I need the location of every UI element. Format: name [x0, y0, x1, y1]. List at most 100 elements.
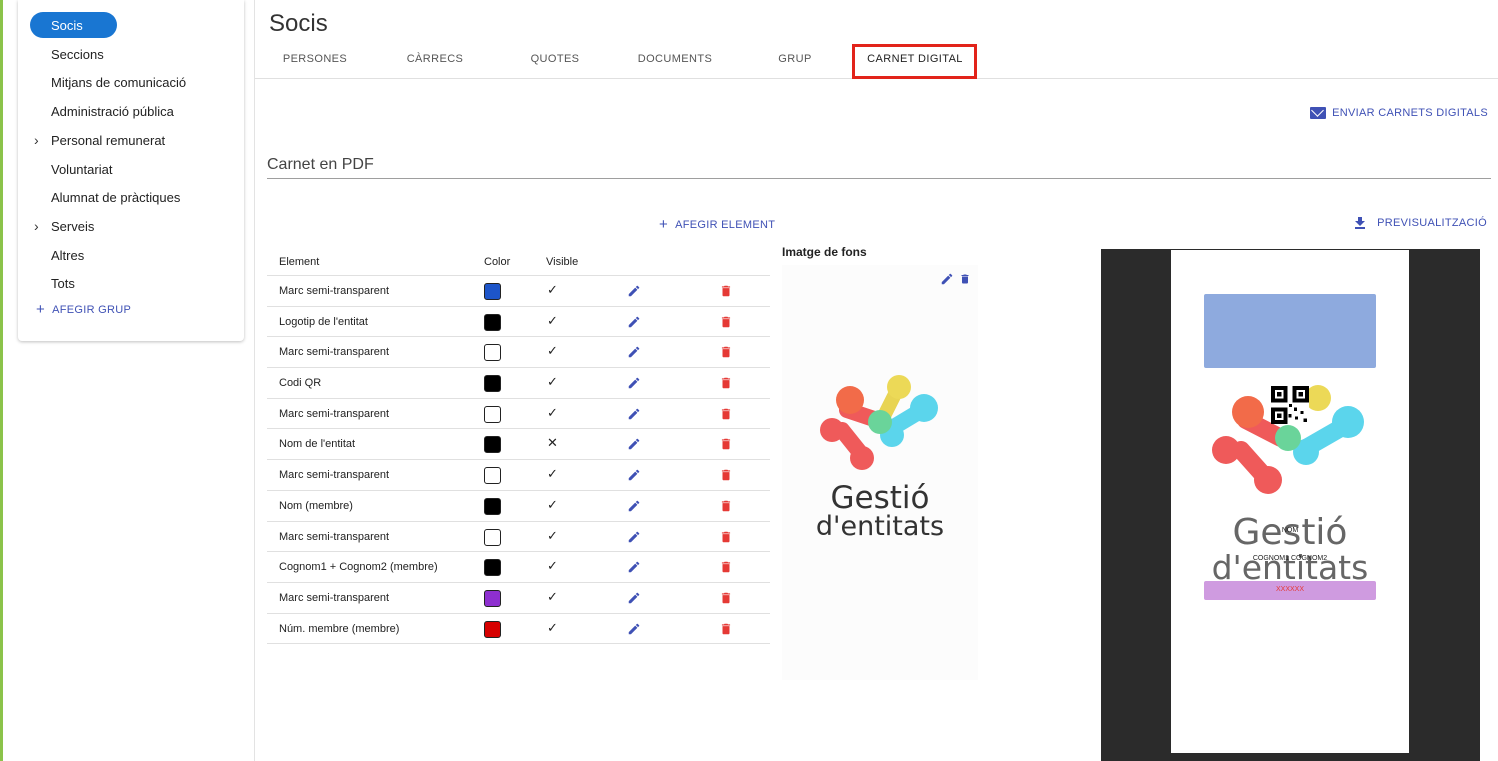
color-swatch[interactable] — [484, 375, 501, 393]
background-image-label: Imatge de fons — [782, 245, 867, 259]
color-swatch[interactable] — [484, 436, 501, 454]
edit-icon[interactable] — [627, 530, 641, 544]
delete-icon[interactable] — [719, 407, 733, 421]
color-swatch[interactable] — [484, 467, 501, 485]
table-row: Núm. membre (membre) ✓ — [267, 614, 770, 645]
color-swatch[interactable] — [484, 313, 501, 331]
visibility-icon[interactable]: ✓ — [547, 497, 558, 513]
sidebar-item-alumnat[interactable]: Alumnat de pràctiques — [18, 184, 244, 210]
delete-icon[interactable] — [719, 622, 733, 636]
edit-icon[interactable] — [627, 437, 641, 451]
send-label: ENVIAR CARNETS DIGITALS — [1332, 107, 1488, 119]
add-group-label: AFEGIR GRUP — [52, 303, 132, 316]
visibility-icon[interactable]: ✓ — [547, 620, 558, 636]
table-row: Marc semi-transparent ✓ — [267, 337, 770, 369]
delete-icon[interactable] — [719, 437, 733, 451]
edit-icon[interactable] — [940, 272, 954, 286]
sidebar-item-administracio[interactable]: Administració pública — [18, 98, 244, 124]
sidebar-item-label: Alumnat de pràctiques — [51, 189, 181, 205]
delete-icon[interactable] — [719, 530, 733, 544]
sidebar-item-voluntariat[interactable]: Voluntariat — [18, 156, 244, 182]
element-name: Núm. membre (membre) — [279, 622, 400, 635]
chevron-right-icon[interactable]: › — [34, 218, 39, 234]
tab-grup[interactable]: GRUP — [735, 53, 855, 65]
delete-icon[interactable] — [719, 284, 733, 298]
delete-icon[interactable] — [719, 468, 733, 482]
preview-label: PREVISUALITZACIÓ — [1377, 217, 1487, 229]
tab-carrecs[interactable]: CÀRRECS — [375, 53, 495, 65]
color-swatch[interactable] — [484, 528, 501, 546]
visibility-icon[interactable]: ✕ — [547, 435, 558, 451]
element-name: Nom de l'entitat — [279, 438, 356, 451]
preview-member-number: XXXXXX — [1275, 586, 1304, 593]
color-swatch[interactable] — [484, 283, 501, 300]
visibility-icon[interactable]: ✓ — [547, 313, 558, 329]
preview-member-name: NOM — [1281, 527, 1299, 534]
preview-frame-blue — [1204, 294, 1376, 368]
color-swatch[interactable] — [484, 405, 501, 423]
sidebar-item-seccions[interactable]: Seccions — [18, 41, 244, 67]
table-row: Codi QR ✓ — [267, 368, 770, 399]
edit-icon[interactable] — [627, 284, 641, 298]
delete-icon[interactable] — [719, 499, 733, 513]
element-name: Marc semi-transparent — [279, 530, 390, 543]
delete-icon[interactable] — [719, 591, 733, 605]
preview-member-surnames: COGNOM1 COGNOM2 — [1252, 555, 1328, 562]
preview-button[interactable]: PREVISUALITZACIÓ — [1355, 217, 1487, 229]
tab-persones[interactable]: PERSONES — [255, 53, 375, 65]
delete-icon[interactable] — [719, 345, 733, 359]
chevron-right-icon[interactable]: › — [34, 132, 39, 148]
element-name: Marc semi-transparent — [279, 407, 390, 420]
element-name: Marc semi-transparent — [279, 591, 390, 604]
delete-icon[interactable] — [719, 560, 733, 574]
visibility-icon[interactable]: ✓ — [547, 343, 558, 359]
tab-highlight-box — [852, 44, 977, 79]
edit-icon[interactable] — [627, 560, 641, 574]
color-swatch[interactable] — [484, 589, 501, 607]
edit-icon[interactable] — [627, 499, 641, 513]
table-header: Element Color Visible — [267, 247, 770, 276]
delete-icon[interactable] — [719, 315, 733, 329]
sidebar-item-mitjans[interactable]: Mitjans de comunicació — [18, 69, 244, 95]
delete-icon[interactable] — [719, 376, 733, 390]
element-name: Nom (membre) — [279, 499, 353, 512]
edit-icon[interactable] — [627, 591, 641, 605]
main-content: Socis PERSONES CÀRRECS QUOTES DOCUMENTS … — [255, 0, 1498, 761]
element-name: Marc semi-transparent — [279, 469, 390, 482]
card-preview-page: Gestió d'entitats NOM COGNOM1 COGNOM2 XX… — [1171, 250, 1409, 753]
edit-icon[interactable] — [627, 315, 641, 329]
color-swatch[interactable] — [484, 344, 501, 362]
visibility-icon[interactable]: ✓ — [547, 466, 558, 482]
color-swatch[interactable] — [484, 497, 501, 515]
visibility-icon[interactable]: ✓ — [547, 282, 558, 298]
visibility-icon[interactable]: ✓ — [547, 528, 558, 544]
sidebar-item-tots[interactable]: Tots — [18, 270, 244, 296]
delete-icon[interactable] — [959, 272, 971, 286]
visibility-icon[interactable]: ✓ — [547, 558, 558, 574]
edit-icon[interactable] — [627, 468, 641, 482]
section-title: Carnet en PDF — [267, 156, 374, 173]
send-digital-cards-button[interactable]: ENVIAR CARNETS DIGITALS — [1310, 107, 1488, 119]
download-icon — [1355, 217, 1366, 229]
edit-icon[interactable] — [627, 345, 641, 359]
edit-icon[interactable] — [627, 407, 641, 421]
sidebar-item-personal-remunerat[interactable]: › Personal remunerat — [18, 127, 244, 153]
color-swatch[interactable] — [484, 559, 501, 577]
color-swatch[interactable] — [484, 620, 501, 638]
sidebar-item-serveis[interactable]: › Serveis — [18, 213, 244, 239]
visibility-icon[interactable]: ✓ — [547, 589, 558, 605]
left-column: Socis Seccions Mitjans de comunicació Ad… — [3, 0, 255, 761]
logo-text-line2: d'entitats — [815, 511, 945, 542]
entity-logo-graphic — [820, 375, 938, 470]
tab-quotes[interactable]: QUOTES — [495, 53, 615, 65]
add-element-button[interactable]: + AFEGIR ELEMENT — [659, 217, 775, 232]
add-group-button[interactable]: + AFEGIR GRUP — [36, 302, 131, 317]
edit-icon[interactable] — [627, 622, 641, 636]
visibility-icon[interactable]: ✓ — [547, 374, 558, 390]
sidebar-item-altres[interactable]: Altres — [18, 242, 244, 268]
tab-documents[interactable]: DOCUMENTS — [615, 53, 735, 65]
plus-icon: + — [36, 301, 46, 318]
sidebar-item-socis[interactable]: Socis — [18, 12, 244, 38]
edit-icon[interactable] — [627, 376, 641, 390]
visibility-icon[interactable]: ✓ — [547, 405, 558, 421]
